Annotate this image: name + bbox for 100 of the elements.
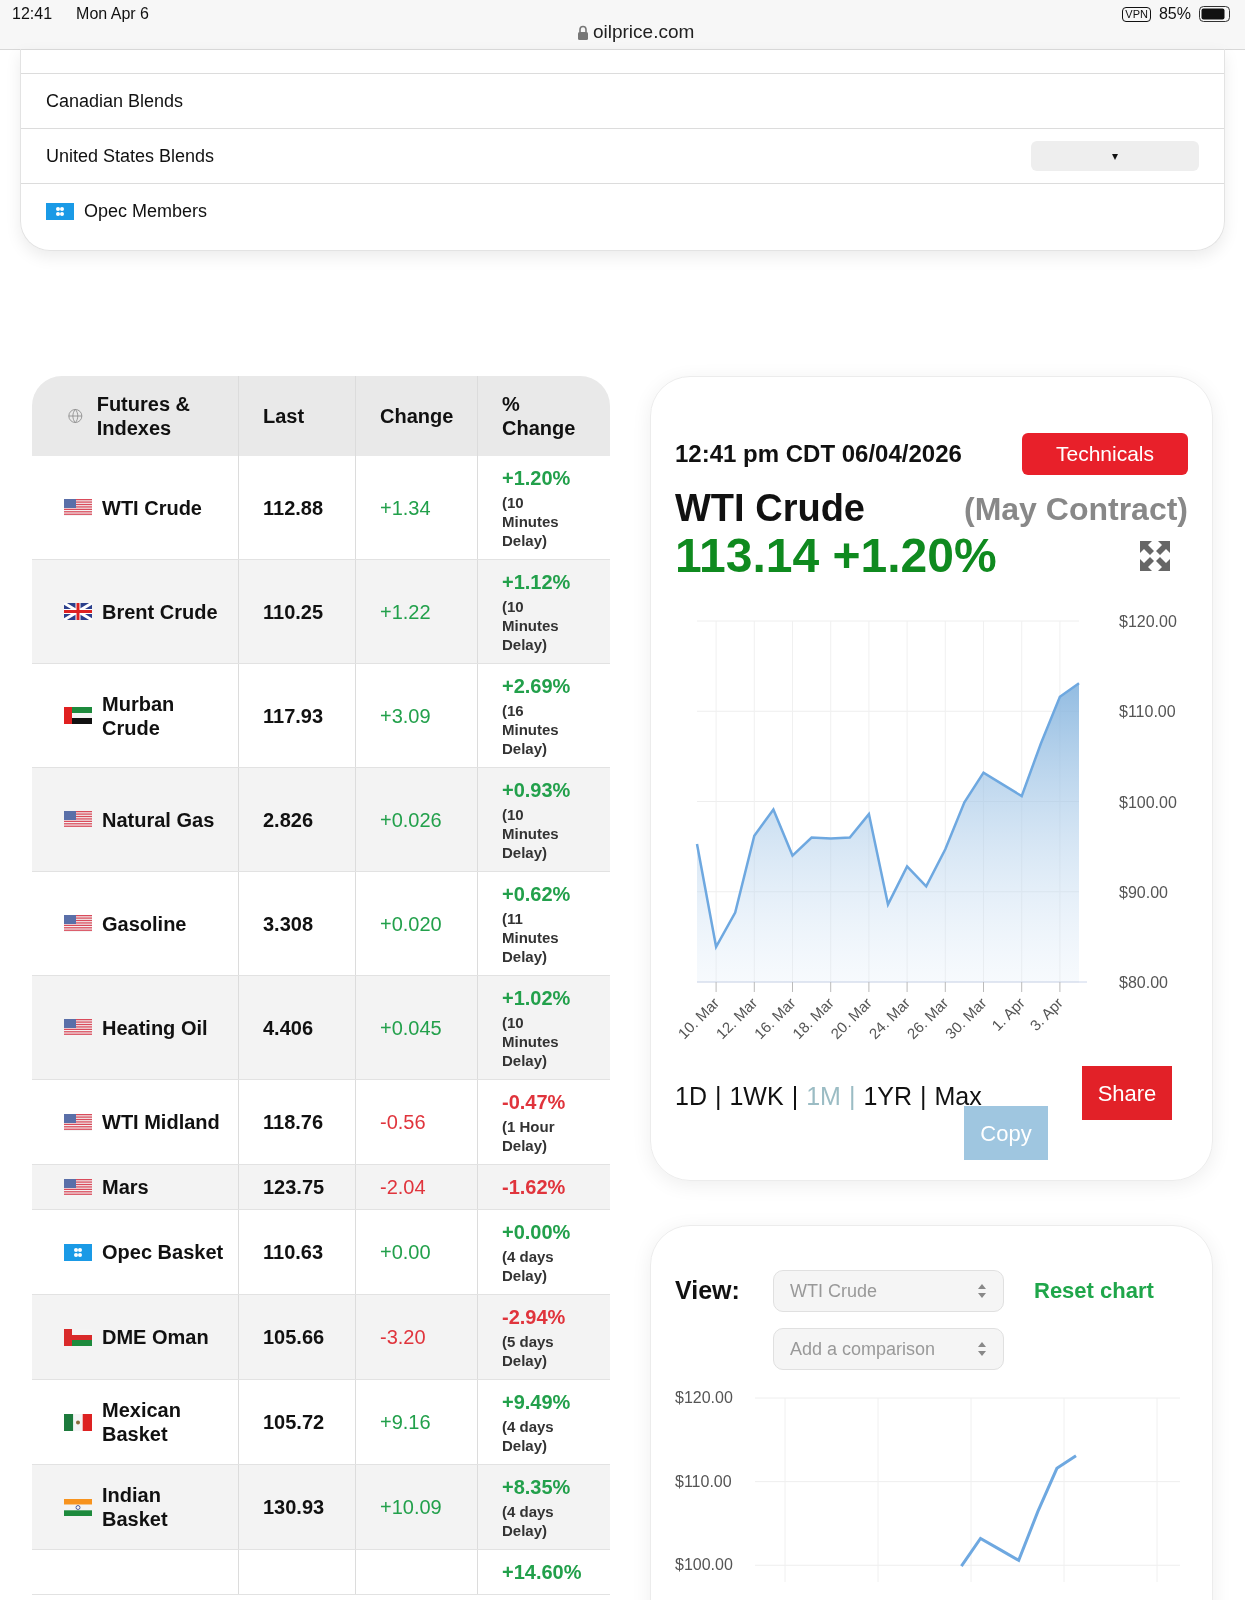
dropdown-button[interactable]: ▾ xyxy=(1031,141,1199,171)
price-change: +0.00 xyxy=(380,1240,431,1265)
separator: | xyxy=(848,1081,856,1112)
axis-label: $110.00 xyxy=(675,1472,732,1491)
view-label: View: xyxy=(675,1275,741,1306)
last-price: 117.93 xyxy=(263,703,324,729)
price-change: +10.09 xyxy=(380,1495,442,1520)
period-tab[interactable]: 1D xyxy=(675,1078,707,1116)
last-price: 118.76 xyxy=(263,1110,324,1135)
last-price: 112.88 xyxy=(263,495,324,521)
column-header: Futures & Indexes xyxy=(96,392,191,440)
menu-item[interactable]: Canadian Blends xyxy=(46,87,1199,115)
axis-label: $80.00 xyxy=(1119,974,1168,991)
percent-change: +2.69% xyxy=(502,674,572,699)
technicals-button[interactable]: Technicals xyxy=(1022,433,1188,475)
updown-icon xyxy=(977,1340,987,1358)
percent-change: +1.20% xyxy=(502,466,572,491)
last-price: 123.75 xyxy=(263,1175,325,1200)
separator: | xyxy=(920,1081,927,1112)
percent-change: +0.62% xyxy=(502,882,572,907)
globe-icon xyxy=(68,407,83,425)
battery-icon xyxy=(1199,6,1233,22)
delay-note: (16 Minutes Delay) xyxy=(502,701,560,758)
price-quote: 113.14 +1.20% xyxy=(675,529,997,583)
column-header: % Change xyxy=(502,392,577,440)
column-header: Change xyxy=(380,404,454,428)
price-change: +1.34 xyxy=(380,495,431,521)
delay-note: (10 Minutes Delay) xyxy=(502,597,560,654)
delay-note: (1 Hour Delay) xyxy=(502,1117,556,1155)
url-text[interactable]: oilprice.com xyxy=(592,18,695,47)
axis-label: $120.00 xyxy=(1119,613,1177,630)
axis-label: $120.00 xyxy=(675,1389,733,1407)
last-price: 2.826 xyxy=(263,807,314,833)
last-price: 105.72 xyxy=(263,1410,325,1435)
percent-change: +8.35% xyxy=(502,1475,572,1500)
last-price: 110.25 xyxy=(263,599,324,625)
delay-note: (4 days Delay) xyxy=(502,1247,555,1285)
commodity-name[interactable]: Mars xyxy=(102,1175,232,1199)
commodity-name[interactable]: Natural Gas xyxy=(102,807,232,832)
axis-label: 3. Apr xyxy=(1026,994,1066,1034)
status-date: Mon Apr 6 xyxy=(76,4,149,24)
commodity-name[interactable]: Opec Basket xyxy=(102,1240,232,1264)
expand-icon[interactable] xyxy=(1138,539,1172,573)
price-change: -0.56 xyxy=(380,1110,426,1135)
commodity-name[interactable]: WTI Crude xyxy=(102,495,232,520)
axis-label: $100.00 xyxy=(675,1556,733,1575)
contract-label: (May Contract) xyxy=(964,490,1188,529)
period-tab[interactable]: 1WK xyxy=(729,1078,784,1116)
price-change: +9.16 xyxy=(380,1410,431,1435)
price-change: +0.026 xyxy=(380,807,442,833)
menu-item[interactable]: Opec Members xyxy=(84,197,1199,225)
delay-note: (5 days Delay) xyxy=(502,1332,555,1370)
updown-icon xyxy=(977,1282,987,1300)
commodity-name[interactable]: Gasoline xyxy=(102,911,232,936)
percent-change: +1.02% xyxy=(502,986,572,1011)
vpn-badge: VPN xyxy=(1122,6,1151,22)
price-change: -3.20 xyxy=(380,1325,426,1350)
last-price: 130.93 xyxy=(263,1495,325,1520)
column-header: Last xyxy=(263,404,305,428)
price-change: +3.09 xyxy=(380,703,431,729)
commodity-name[interactable]: WTI Midland xyxy=(102,1110,232,1134)
axis-label: $110.00 xyxy=(1119,703,1176,721)
separator: | xyxy=(791,1081,799,1112)
percent-change: -2.94% xyxy=(502,1305,567,1330)
axis-label: $90.00 xyxy=(1119,883,1168,901)
percent-change: -1.62% xyxy=(502,1175,567,1200)
price-change: -2.04 xyxy=(380,1175,426,1200)
commodity-name[interactable]: DME Oman xyxy=(102,1325,232,1349)
last-price: 4.406 xyxy=(263,1015,314,1041)
percent-change: +9.49% xyxy=(502,1390,572,1415)
price-change: +0.045 xyxy=(380,1015,442,1041)
status-time: 12:41 xyxy=(12,4,53,24)
delay-note: (10 Minutes Delay) xyxy=(502,805,560,862)
commodity-name[interactable]: Brent Crude xyxy=(102,599,232,624)
percent-change: +14.60% xyxy=(502,1560,583,1585)
last-price: 3.308 xyxy=(263,911,314,937)
battery-level: 85% xyxy=(1158,4,1191,24)
timestamp: 12:41 pm CDT 06/04/2026 xyxy=(675,439,962,469)
price-change: +1.22 xyxy=(380,599,431,625)
menu-item[interactable]: United States Blends xyxy=(46,142,1021,170)
percent-change: -0.47% xyxy=(502,1090,567,1115)
axis-label: 1. Apr xyxy=(988,994,1028,1034)
percent-change: +0.00% xyxy=(502,1220,572,1245)
delay-note: (10 Minutes Delay) xyxy=(502,493,560,550)
percent-change: +0.93% xyxy=(502,778,572,803)
price-change: +0.020 xyxy=(380,911,442,937)
delay-note: (4 days Delay) xyxy=(502,1502,555,1540)
commodity-name[interactable]: Mexican Basket xyxy=(102,1398,232,1446)
delay-note: (10 Minutes Delay) xyxy=(502,1013,560,1070)
commodity-name[interactable]: Heating Oil xyxy=(102,1015,232,1040)
period-tab[interactable]: 1YR xyxy=(863,1078,913,1116)
delay-note: (11 Minutes Delay) xyxy=(502,909,560,966)
lock-icon xyxy=(576,24,589,40)
commodity-name[interactable]: Murban Crude xyxy=(102,691,232,740)
delay-note: (4 days Delay) xyxy=(502,1417,555,1455)
separator: | xyxy=(714,1081,722,1112)
commodity-name[interactable]: Indian Basket xyxy=(102,1483,232,1531)
commodity-title: WTI Crude xyxy=(675,487,865,529)
last-price: 110.63 xyxy=(263,1240,324,1265)
share-button[interactable]: Share xyxy=(1082,1066,1172,1120)
